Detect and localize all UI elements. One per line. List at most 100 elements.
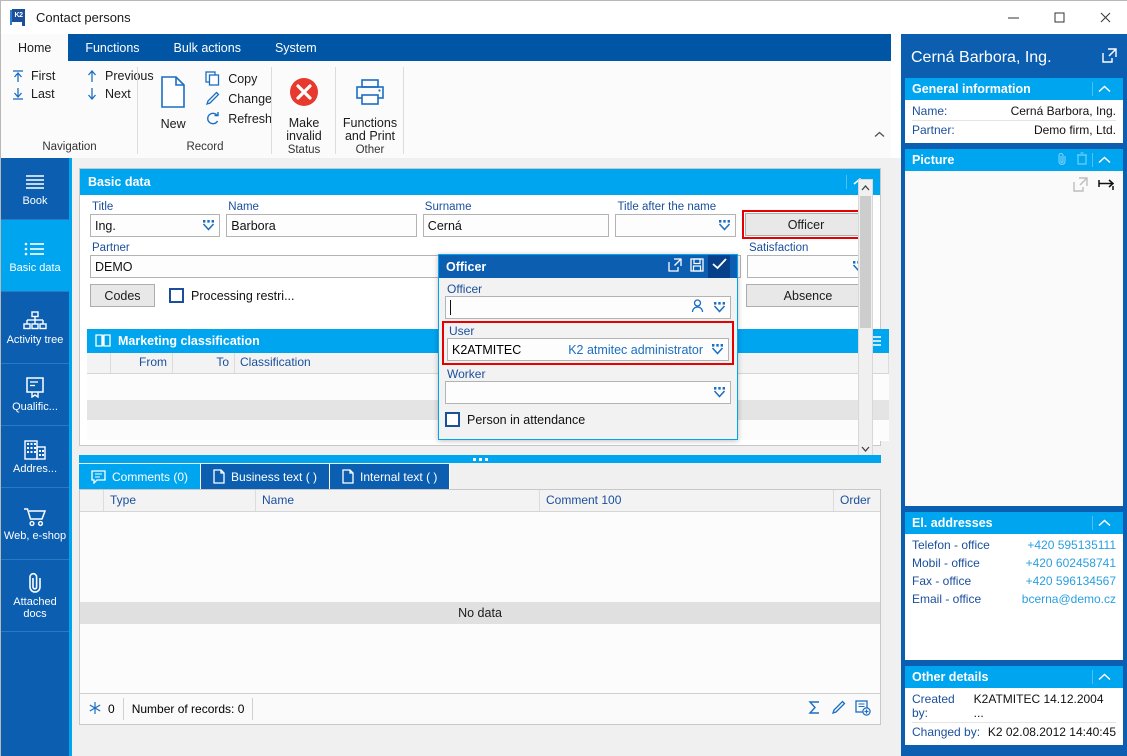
collapse-ribbon-button[interactable] (874, 129, 885, 141)
fax-value[interactable]: +420 596134567 (1026, 574, 1116, 588)
tab-bulk-actions[interactable]: Bulk actions (157, 34, 258, 61)
checkmark-icon[interactable] (708, 255, 730, 278)
window-controls (990, 1, 1127, 34)
title-input[interactable]: Ing. (90, 214, 221, 237)
scrollbar-thumb[interactable] (860, 196, 871, 328)
tab-home[interactable]: Home (1, 34, 69, 61)
officer-button[interactable]: Officer (745, 213, 867, 236)
copy-button[interactable]: Copy (204, 71, 272, 86)
mobil-value[interactable]: +420 602458741 (1026, 556, 1116, 570)
lookup-chevron-icon[interactable] (713, 302, 726, 313)
ribbon-group-record-label: Record (186, 141, 224, 153)
person-in-attendance-row[interactable]: Person in attendance (445, 412, 731, 427)
tab-functions[interactable]: Functions (68, 34, 156, 61)
nav-last-label: Last (31, 87, 55, 101)
new-document-icon (160, 71, 186, 113)
lookup-chevron-icon[interactable] (718, 220, 731, 231)
refresh-button[interactable]: Refresh (204, 111, 272, 126)
open-external-icon[interactable] (1073, 177, 1088, 195)
chevron-up-icon[interactable] (1092, 670, 1116, 684)
sidebar-item-qualification[interactable]: Qualific... (1, 364, 69, 426)
add-record-icon[interactable] (855, 699, 871, 719)
document-icon (342, 469, 354, 484)
popup-worker-input[interactable] (445, 381, 731, 404)
tab-business-text[interactable]: Business text ( ) (201, 464, 331, 489)
comments-grid-columns: Type Name Comment 100 Order (80, 490, 880, 512)
tab-business-text-label: Business text ( ) (231, 469, 318, 484)
resize-width-icon[interactable] (1098, 177, 1115, 195)
telefon-value[interactable]: +420 595135111 (1027, 538, 1116, 552)
surname-input[interactable]: Cerná (422, 214, 610, 237)
paperclip-icon[interactable] (1052, 152, 1072, 168)
chevron-up-icon[interactable] (1092, 153, 1116, 167)
panel-splitter[interactable] (79, 455, 881, 463)
fax-label: Fax - office (912, 574, 972, 588)
open-external-icon[interactable] (1102, 48, 1117, 68)
comments-grid: Type Name Comment 100 Order No data 0 Nu… (79, 489, 881, 725)
comments-col-comment100[interactable]: Comment 100 (540, 490, 834, 511)
grid-col-from[interactable]: From (111, 353, 173, 373)
person-lookup-icon[interactable] (691, 299, 704, 316)
other-details-header: Other details (905, 666, 1123, 688)
sidebar-item-web-eshop[interactable]: Web, e-shop (1, 488, 69, 560)
name-input[interactable]: Barbora (226, 214, 417, 237)
sidebar-item-activity-tree[interactable]: Activity tree (1, 292, 69, 364)
sidebar-item-basic-data[interactable]: Basic data (1, 220, 69, 292)
popup-worker-label: Worker (447, 367, 486, 381)
general-partner-value: Demo firm, Ltd. (1033, 123, 1116, 137)
comments-col-order[interactable]: Order (834, 490, 880, 511)
officer-popup-body: Officer User K2ATMITEC K2 atmitec admini… (439, 278, 737, 433)
popup-user-name: K2 atmitec administrator (568, 342, 703, 357)
trash-icon[interactable] (1072, 152, 1092, 168)
ribbon-group-navigation: First Previous Last Next Navigation (1, 61, 154, 158)
minimize-button[interactable] (990, 1, 1036, 34)
email-value[interactable]: bcerna@demo.cz (1022, 592, 1116, 606)
chevron-up-icon[interactable] (1092, 82, 1116, 96)
popup-officer-input[interactable] (445, 296, 731, 319)
satisfaction-label: Satisfaction (748, 242, 809, 254)
grid-col-to[interactable]: To (173, 353, 235, 373)
tab-internal-text[interactable]: Internal text ( ) (330, 464, 451, 489)
pencil-icon[interactable] (831, 700, 846, 718)
sidebar-item-attached-docs[interactable]: Attached docs (1, 560, 69, 632)
functions-and-print-button[interactable]: Functions and Print (337, 69, 403, 143)
codes-button[interactable]: Codes (90, 284, 155, 307)
title-after-name-input[interactable] (615, 214, 736, 237)
lookup-chevron-icon[interactable] (202, 220, 215, 231)
form-vertical-scrollbar[interactable] (858, 179, 873, 457)
list-icon (23, 238, 47, 260)
satisfaction-input[interactable] (746, 255, 870, 278)
officer-button-highlight: Officer (742, 210, 870, 239)
arrow-up-to-line-icon (11, 69, 25, 83)
processing-restriction-checkbox-row[interactable]: Processing restri... (169, 288, 295, 303)
sidebar-item-book[interactable]: Book (1, 158, 69, 220)
snowflake-counter[interactable]: 0 (80, 698, 124, 720)
scroll-up-arrow-icon[interactable] (859, 180, 872, 195)
processing-restriction-checkbox[interactable] (169, 288, 184, 303)
sidebar-item-addresses[interactable]: Addres... (1, 426, 69, 488)
change-button[interactable]: Change (204, 91, 272, 106)
popup-user-input[interactable]: K2ATMITEC K2 atmitec administrator (447, 338, 729, 361)
lookup-chevron-icon[interactable] (711, 344, 724, 355)
close-button[interactable] (1082, 1, 1127, 34)
tab-system[interactable]: System (258, 34, 334, 61)
absence-button[interactable]: Absence (746, 284, 870, 307)
arrow-down-to-line-icon (11, 87, 25, 101)
tab-comments[interactable]: Comments (0) (79, 464, 202, 489)
sidebar-item-web-eshop-label: Web, e-shop (3, 529, 67, 542)
open-external-icon[interactable] (664, 258, 686, 275)
scroll-down-arrow-icon[interactable] (859, 441, 872, 456)
comments-col-type[interactable]: Type (104, 490, 256, 511)
sum-icon[interactable] (807, 700, 822, 718)
maximize-button[interactable] (1036, 1, 1082, 34)
new-record-button[interactable]: New (146, 69, 200, 131)
comments-col-name[interactable]: Name (256, 490, 540, 511)
person-in-attendance-checkbox[interactable] (445, 412, 460, 427)
save-disk-icon[interactable] (686, 258, 708, 275)
lookup-chevron-icon[interactable] (713, 387, 726, 398)
nav-last-button[interactable]: Last (11, 87, 73, 101)
nav-first-button[interactable]: First (11, 69, 73, 83)
make-invalid-button[interactable]: Make invalid (274, 69, 334, 143)
printer-icon (355, 71, 385, 113)
chevron-up-icon[interactable] (1092, 516, 1116, 530)
